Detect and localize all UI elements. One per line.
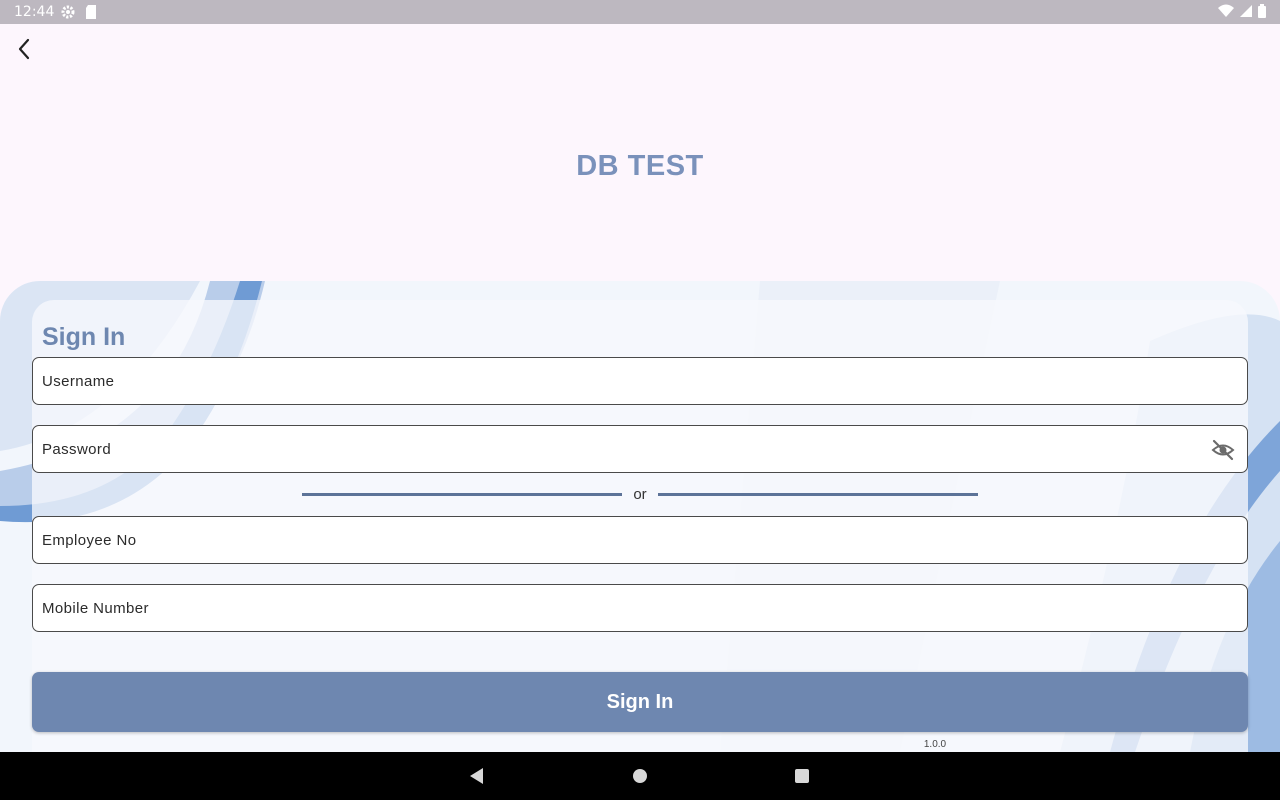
username-field[interactable]: [32, 357, 1248, 405]
status-time: 12:44: [14, 4, 55, 20]
or-divider: or: [302, 484, 978, 504]
navigation-bar: [0, 752, 1280, 800]
chevron-left-icon: [18, 38, 30, 60]
back-triangle-icon[interactable]: [465, 764, 489, 788]
employee-no-field[interactable]: [32, 516, 1248, 564]
signal-icon: [1240, 5, 1252, 17]
mobile-number-input[interactable]: [42, 585, 1192, 631]
password-input[interactable]: [42, 426, 1192, 472]
wifi-icon: [1218, 4, 1234, 17]
version-label: 1.0.0: [923, 739, 947, 750]
recents-square-icon[interactable]: [790, 764, 814, 788]
gear-icon: [61, 5, 75, 19]
app-title: DB TEST: [576, 150, 704, 182]
battery-icon: [1258, 4, 1266, 18]
password-field[interactable]: [32, 425, 1248, 473]
app-bar: DB TEST: [0, 24, 1280, 280]
status-left-icons: [60, 4, 98, 20]
sign-in-button[interactable]: Sign In: [32, 672, 1248, 732]
divider-text: or: [633, 486, 647, 503]
sd-card-icon: [86, 5, 96, 19]
home-circle-icon[interactable]: [628, 764, 652, 788]
status-right-icons: [1218, 4, 1266, 18]
back-button[interactable]: [8, 34, 40, 64]
employee-no-input[interactable]: [42, 517, 1192, 563]
status-bar: 12:44: [0, 0, 1280, 24]
divider-line-right: [658, 493, 978, 496]
mobile-number-field[interactable]: [32, 584, 1248, 632]
eye-off-icon[interactable]: [1211, 438, 1235, 462]
divider-line-left: [302, 493, 622, 496]
sign-in-heading: Sign In: [42, 323, 126, 351]
username-input[interactable]: [42, 358, 1192, 404]
